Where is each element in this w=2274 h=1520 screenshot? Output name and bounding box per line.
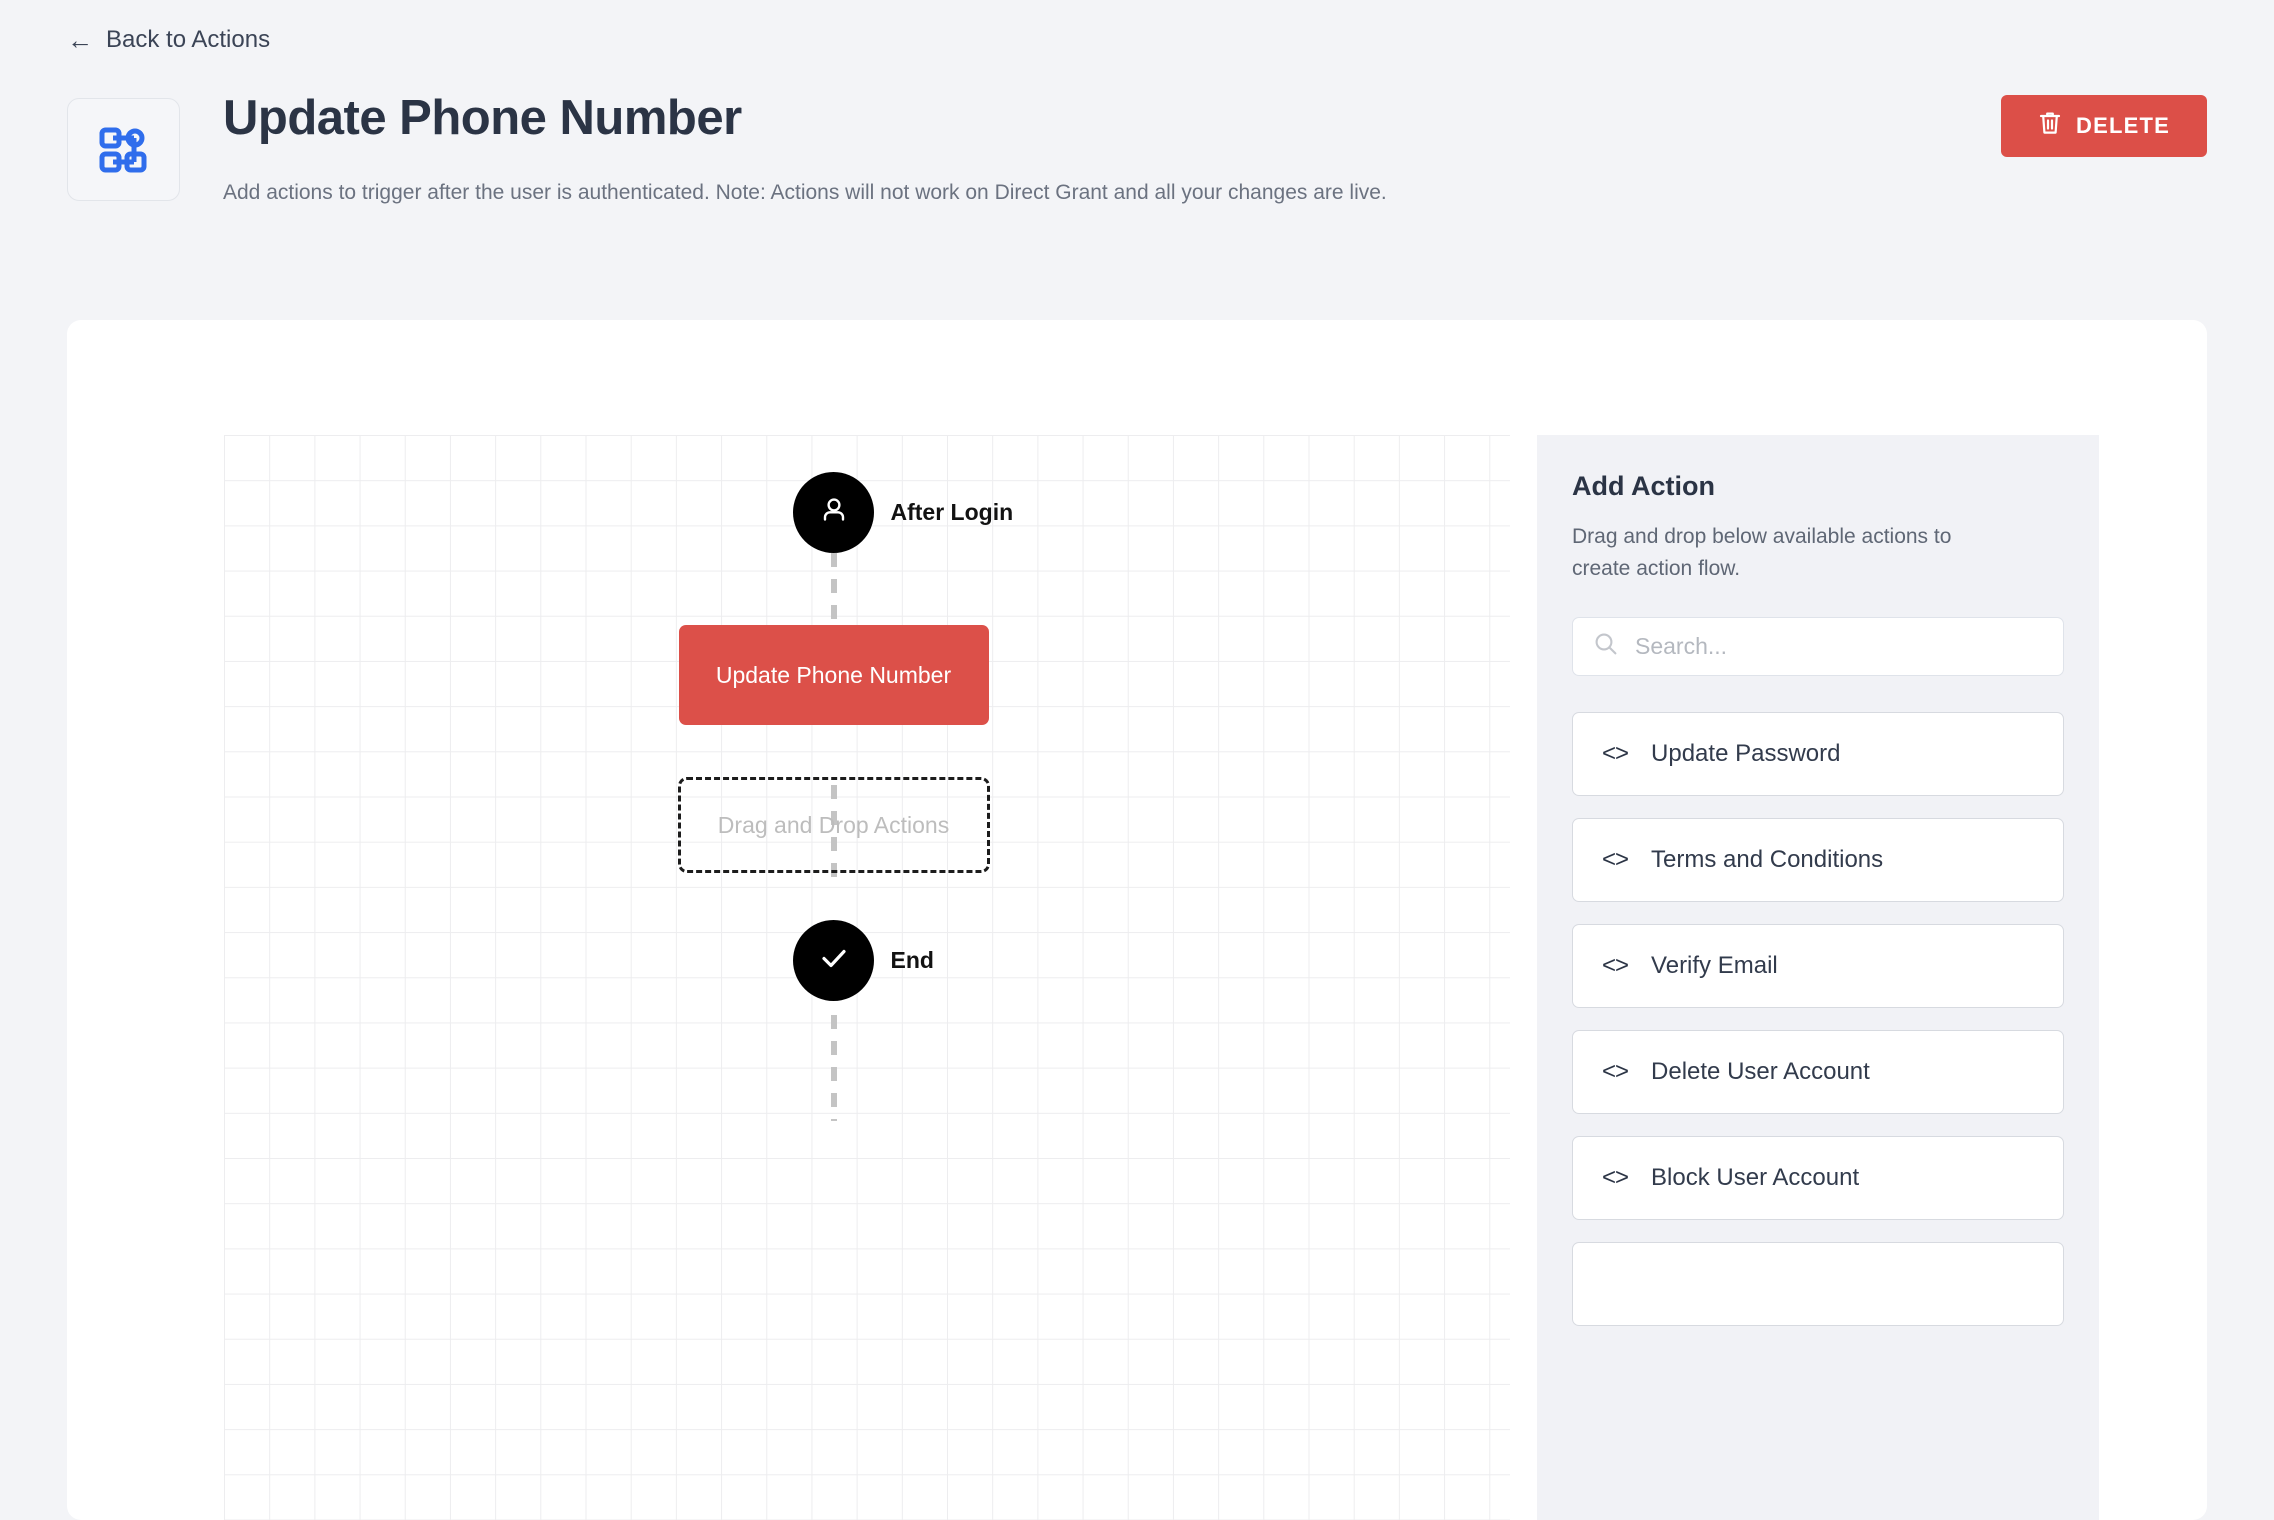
connector-dropzone-to-end	[830, 1015, 837, 1121]
main-content-card: After Login Update Phone Number Drag and…	[67, 320, 2207, 1520]
code-icon: <>	[1602, 1058, 1629, 1085]
page-header: Update Phone Number Add actions to trigg…	[67, 91, 2207, 204]
action-item-terms-and-conditions[interactable]: <> Terms and Conditions	[1572, 818, 2064, 902]
add-action-panel: Add Action Drag and drop below available…	[1537, 435, 2099, 1520]
action-item-label: Verify Email	[1651, 952, 1778, 979]
end-node-label: End	[890, 947, 934, 973]
add-action-description: Drag and drop below available actions to…	[1572, 525, 1952, 580]
check-icon	[816, 940, 852, 981]
code-icon: <>	[1602, 740, 1629, 767]
flow-end-node[interactable]: End	[157, 920, 1510, 1001]
action-item-update-password[interactable]: <> Update Password	[1572, 712, 2064, 796]
user-icon	[817, 493, 851, 532]
action-item-label: Terms and Conditions	[1651, 846, 1884, 873]
flow-start-node[interactable]: After Login	[157, 472, 1510, 553]
action-item-label: Block User Account	[1651, 1164, 1860, 1191]
code-icon: <>	[1602, 952, 1629, 979]
back-to-actions-label: Back to Actions	[106, 26, 271, 53]
flow-action-node-label: Update Phone Number	[715, 661, 952, 688]
flow-drop-zone[interactable]: Drag and Drop Actions	[677, 777, 990, 873]
end-node-circle[interactable]	[793, 920, 874, 1001]
flow-action-node[interactable]: Update Phone Number	[678, 625, 989, 725]
delete-button[interactable]: DELETE	[2001, 95, 2207, 157]
back-to-actions-link[interactable]: ← Back to Actions	[67, 26, 270, 54]
trash-icon	[2038, 110, 2062, 142]
start-node-label: After Login	[890, 499, 1014, 525]
add-action-title: Add Action	[1572, 471, 1715, 501]
flow-drop-zone-label: Drag and Drop Actions	[717, 811, 950, 838]
code-icon: <>	[1602, 846, 1629, 873]
arrow-left-icon: ←	[67, 25, 93, 55]
action-item-delete-user-account[interactable]: <> Delete User Account	[1572, 1030, 2064, 1114]
search-box[interactable]	[1572, 617, 2064, 676]
action-item-label: Update Password	[1651, 740, 1841, 767]
flow-canvas[interactable]: After Login Update Phone Number Drag and…	[157, 435, 1510, 1520]
search-input[interactable]	[1635, 633, 2043, 660]
page-subtitle: Add actions to trigger after the user is…	[223, 181, 1387, 204]
action-item-partial[interactable]: <>	[1572, 1242, 2064, 1326]
search-icon	[1593, 631, 1619, 662]
available-actions-list: <> Update Password <> Terms and Conditio…	[1572, 712, 2064, 1326]
action-item-label: Delete User Account	[1651, 1058, 1870, 1085]
start-node-circle[interactable]	[793, 472, 874, 553]
flow-nodes-icon	[67, 98, 180, 201]
action-item-verify-email[interactable]: <> Verify Email	[1572, 924, 2064, 1008]
page-title: Update Phone Number	[223, 91, 742, 145]
code-icon: <>	[1602, 1164, 1629, 1191]
action-item-block-user-account[interactable]: <> Block User Account	[1572, 1136, 2064, 1220]
delete-button-label: DELETE	[2076, 113, 2170, 138]
